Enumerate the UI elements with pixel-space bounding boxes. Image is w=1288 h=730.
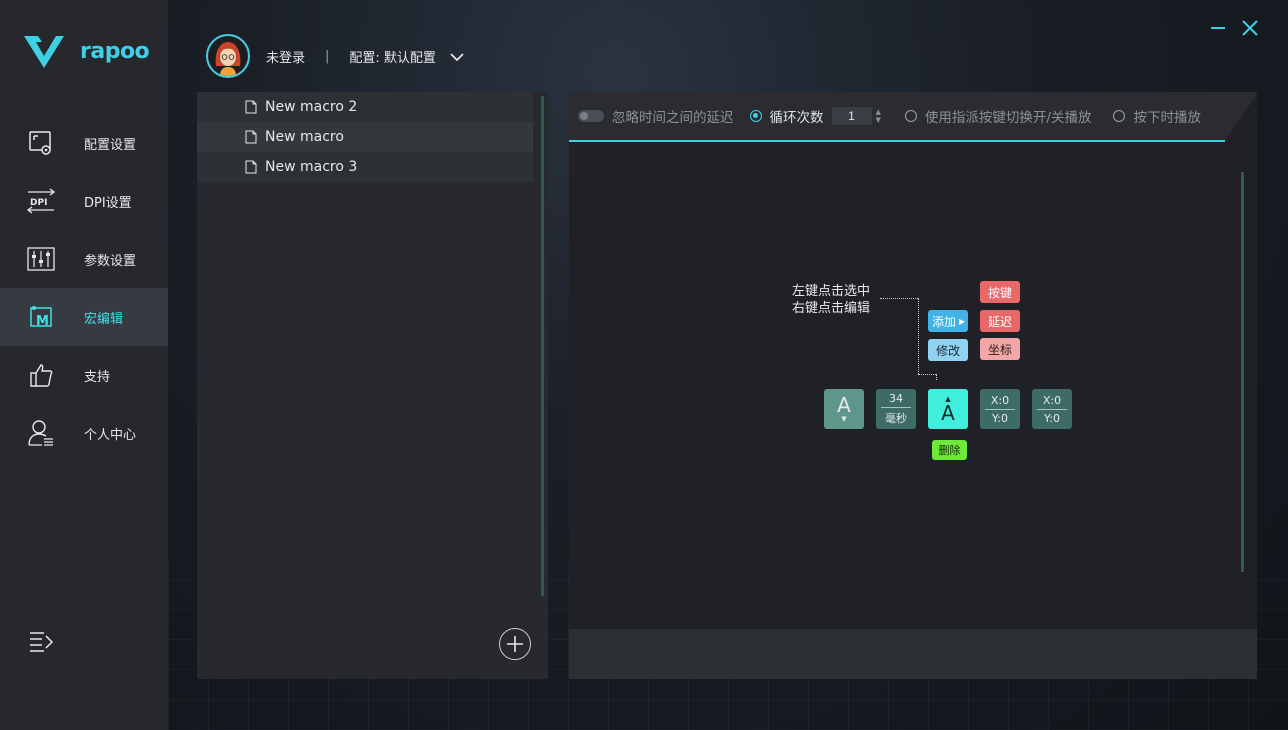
sidebar-nav: 配置设置 DPI DPI设置 参数设置 M 宏编辑 支持 个人中心 xyxy=(0,114,168,462)
loop-count-label: 循环次数 xyxy=(769,110,824,126)
chevron-down-icon[interactable] xyxy=(450,47,464,66)
hint-connector xyxy=(918,298,919,374)
macro-list-panel: New macro 2 New macro New macro 3 xyxy=(197,92,548,679)
modify-button[interactable]: 修改 xyxy=(928,339,968,361)
ignore-delay-toggle[interactable] xyxy=(578,110,604,122)
delay-value: 34 xyxy=(889,392,903,405)
svg-text:DPI: DPI xyxy=(30,198,47,208)
thumbs-up-icon xyxy=(26,360,56,390)
key-label: A xyxy=(837,393,851,417)
hint-connector xyxy=(936,374,937,380)
sidebar-item-label: 宏编辑 xyxy=(84,311,124,327)
list-item[interactable]: New macro xyxy=(197,122,533,152)
coord-y: Y:0 xyxy=(1044,411,1060,425)
loop-count-stepper[interactable]: ▲ ▼ xyxy=(876,108,881,124)
hint-connector xyxy=(918,374,936,375)
sidebar-item-config[interactable]: 配置设置 xyxy=(0,114,168,172)
plus-icon xyxy=(507,636,523,652)
minimize-icon[interactable] xyxy=(1210,20,1226,40)
document-icon xyxy=(245,130,257,144)
collapse-menu-icon[interactable] xyxy=(28,630,54,656)
list-item[interactable]: New macro 3 xyxy=(197,152,533,182)
coord-divider xyxy=(1037,408,1067,410)
macro-name: New macro 3 xyxy=(265,159,358,175)
key-step-down[interactable]: A ▼ xyxy=(824,389,864,429)
playback-toolbar: 忽略时间之间的延迟 循环次数 ▲▼ 使用指派按键切换开/关播放 按下时播放 xyxy=(569,92,1257,142)
brand-wordmark: rapoo xyxy=(80,38,150,64)
document-icon xyxy=(245,100,257,114)
sidebar-item-label: 支持 xyxy=(84,369,111,385)
macro-icon: M xyxy=(26,302,56,332)
sidebar: rapoo 配置设置 DPI DPI设置 参数设置 M 宏编辑 支持 个人中心 xyxy=(0,0,168,730)
sidebar-item-profile[interactable]: 个人中心 xyxy=(0,404,168,462)
toggle-mode-radio[interactable] xyxy=(904,110,917,122)
coord-divider xyxy=(985,408,1015,410)
coord-y: Y:0 xyxy=(992,411,1008,425)
add-button[interactable]: 添加 ▶ xyxy=(928,310,968,332)
hold-mode-radio[interactable] xyxy=(1113,110,1126,122)
coord-step[interactable]: X:0 Y:0 xyxy=(1032,389,1072,429)
dpi-icon: DPI xyxy=(26,186,56,216)
svg-text:M: M xyxy=(36,314,49,329)
hold-mode-label: 按下时播放 xyxy=(1133,110,1201,126)
config-icon xyxy=(26,128,56,158)
profile-selector[interactable]: 配置: 默认配置 xyxy=(349,47,436,66)
editor-hint: 左键点击选中 右键点击编辑 xyxy=(792,283,870,317)
user-icon xyxy=(26,418,56,448)
key-label: A xyxy=(941,401,955,425)
key-step-up[interactable]: ▲ A xyxy=(928,389,968,429)
ignore-delay-label: 忽略时间之间的延迟 xyxy=(612,110,734,126)
menu-coord-button[interactable]: 坐标 xyxy=(980,338,1020,360)
hint-left-click: 左键点击选中 xyxy=(792,284,871,299)
sidebar-item-label: 配置设置 xyxy=(84,137,137,153)
sidebar-item-support[interactable]: 支持 xyxy=(0,346,168,404)
coord-step[interactable]: X:0 Y:0 xyxy=(980,389,1020,429)
caret-right-icon: ▶ xyxy=(959,316,966,326)
document-icon xyxy=(245,160,257,174)
toggle-mode-label: 使用指派按键切换开/关播放 xyxy=(924,110,1092,126)
scrollbar[interactable] xyxy=(1241,172,1244,572)
sidebar-item-macro[interactable]: M 宏编辑 xyxy=(0,288,168,346)
scrollbar[interactable] xyxy=(541,96,544,596)
delete-button[interactable]: 删除 xyxy=(932,440,967,460)
sidebar-item-label: 个人中心 xyxy=(84,427,137,443)
editor-bottom-bar xyxy=(569,629,1257,679)
sidebar-item-params[interactable]: 参数设置 xyxy=(0,230,168,288)
sidebar-item-label: DPI设置 xyxy=(84,195,132,211)
add-macro-button[interactable] xyxy=(499,628,531,660)
list-item[interactable]: New macro 2 xyxy=(197,92,533,122)
avatar[interactable] xyxy=(206,34,250,78)
header-separator: | xyxy=(325,48,330,64)
macro-editor-panel: 忽略时间之间的延迟 循环次数 ▲▼ 使用指派按键切换开/关播放 按下时播放 xyxy=(569,92,1257,679)
macro-name: New macro xyxy=(265,129,344,145)
hint-connector xyxy=(880,298,918,299)
loop-count-input[interactable] xyxy=(831,107,872,125)
loop-count-radio[interactable] xyxy=(749,110,762,122)
sidebar-item-label: 参数设置 xyxy=(84,253,137,269)
hint-right-click: 右键点击编辑 xyxy=(792,301,871,316)
menu-key-button[interactable]: 按键 xyxy=(980,281,1020,303)
coord-x: X:0 xyxy=(1042,393,1062,407)
sliders-icon xyxy=(26,244,56,274)
toolbar-accent-line xyxy=(569,140,1225,142)
v-logo-icon xyxy=(24,36,64,68)
delay-unit: 毫秒 xyxy=(885,412,907,425)
macro-name: New macro 2 xyxy=(265,99,358,115)
window-controls xyxy=(1210,20,1258,40)
delay-step[interactable]: 34 毫秒 xyxy=(876,389,916,429)
macro-list: New macro 2 New macro New macro 3 xyxy=(197,92,533,182)
header: 未登录 | 配置: 默认配置 xyxy=(206,34,464,78)
delay-divider xyxy=(881,407,911,408)
close-icon[interactable] xyxy=(1242,20,1258,40)
add-label: 添加 xyxy=(932,314,957,329)
login-status[interactable]: 未登录 xyxy=(266,47,305,66)
coord-x: X:0 xyxy=(990,393,1010,407)
sidebar-item-dpi[interactable]: DPI DPI设置 xyxy=(0,172,168,230)
logo: rapoo xyxy=(22,32,150,70)
key-down-arrow-icon: ▼ xyxy=(841,415,847,423)
menu-delay-button[interactable]: 延迟 xyxy=(980,310,1020,332)
